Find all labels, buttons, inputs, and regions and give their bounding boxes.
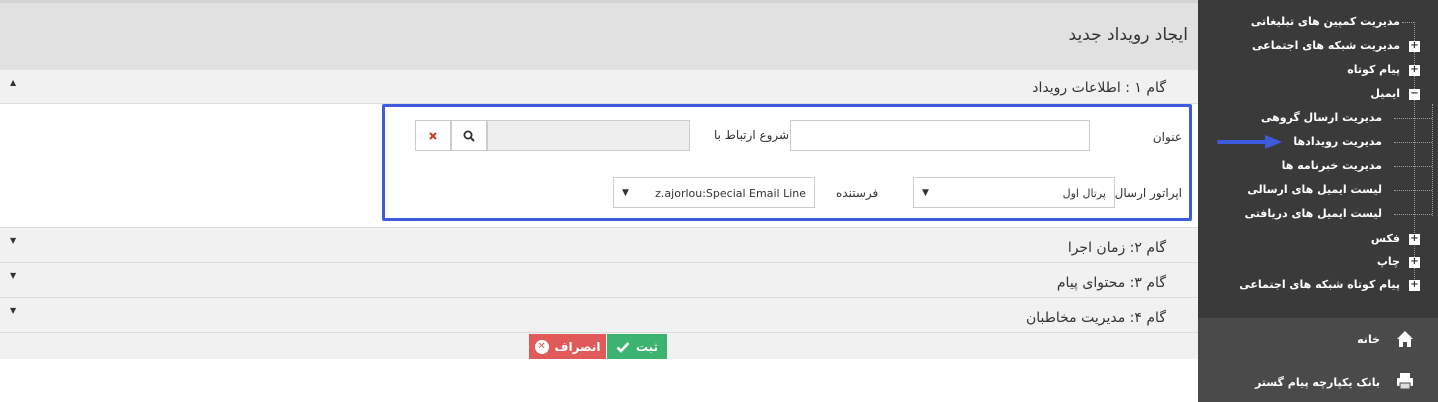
sidebar-item-sms[interactable]: پیام کوتاه xyxy=(1347,63,1400,76)
printer-icon xyxy=(1397,373,1413,390)
chevron-down-icon[interactable]: ▼ xyxy=(10,306,16,315)
sidebar-subitem-received-emails[interactable]: لیست ایمیل های دریافتی xyxy=(1245,207,1382,220)
step-4-header[interactable]: ▼ گام ۴: مدیریت مخاطبان xyxy=(0,298,1198,333)
sidebar: مدیریت کمپین های تبلیغاتی + مدیریت شبکه … xyxy=(1198,0,1438,402)
sidebar-bank[interactable]: بانک یکپارچه پیام گستر xyxy=(1198,360,1438,402)
page-header: ایجاد رویداد جدید xyxy=(0,0,1198,70)
save-button[interactable]: ثبت xyxy=(607,334,667,359)
tree-line xyxy=(1402,22,1414,23)
step-1-title: گام ۱ : اطلاعات رویداد xyxy=(1032,80,1166,96)
highlight-frame xyxy=(382,104,1192,221)
collapse-icon[interactable]: − xyxy=(1409,89,1420,100)
chevron-down-icon[interactable]: ▼ xyxy=(10,271,16,280)
step-4-title: گام ۴: مدیریت مخاطبان xyxy=(1025,310,1166,326)
tree-line xyxy=(1394,166,1432,167)
expand-icon[interactable]: + xyxy=(1409,41,1420,52)
arrow-right-icon xyxy=(1217,135,1282,149)
step-2-header[interactable]: ▼ گام ۲: زمان اجرا xyxy=(0,228,1198,263)
expand-icon[interactable]: + xyxy=(1409,65,1420,76)
sidebar-item-campaigns[interactable]: مدیریت کمپین های تبلیغاتی xyxy=(1251,15,1400,28)
step-3-header[interactable]: ▼ گام ۳: محتوای پیام xyxy=(0,263,1198,298)
step-2-title: گام ۲: زمان اجرا xyxy=(1067,240,1166,256)
expand-icon[interactable]: + xyxy=(1409,234,1420,245)
cancel-button[interactable]: انصراف ✕ xyxy=(529,334,606,359)
sidebar-item-print[interactable]: چاپ xyxy=(1377,255,1400,268)
sidebar-tree: مدیریت کمپین های تبلیغاتی + مدیریت شبکه … xyxy=(1198,0,1438,318)
tree-line xyxy=(1394,214,1432,215)
sidebar-item-email[interactable]: ایمیل xyxy=(1370,87,1400,100)
tree-line xyxy=(1414,22,1415,287)
sidebar-subitem-group-send[interactable]: مدیریت ارسال گروهی xyxy=(1261,111,1382,124)
sidebar-item-fax[interactable]: فکس xyxy=(1371,232,1400,245)
close-circle-icon: ✕ xyxy=(534,339,549,354)
sidebar-subitem-newsletters[interactable]: مدیریت خبرنامه ها xyxy=(1282,159,1382,172)
expand-icon[interactable]: + xyxy=(1409,257,1420,268)
tree-line xyxy=(1394,142,1432,143)
save-label: ثبت xyxy=(635,339,659,354)
bank-label: بانک یکپارچه پیام گستر xyxy=(1255,376,1380,389)
sidebar-home[interactable]: خانه xyxy=(1198,318,1438,360)
home-label: خانه xyxy=(1357,333,1380,346)
tree-line xyxy=(1394,118,1432,119)
expand-icon[interactable]: + xyxy=(1409,280,1420,291)
sidebar-item-social-networks[interactable]: مدیریت شبکه های اجتماعی xyxy=(1252,39,1400,52)
tree-line xyxy=(1394,190,1432,191)
sidebar-item-social-sms[interactable]: پیام کوتاه شبکه های اجتماعی xyxy=(1239,278,1400,291)
page-title: ایجاد رویداد جدید xyxy=(1068,25,1188,45)
home-icon xyxy=(1397,331,1413,347)
step-3-title: گام ۳: محتوای پیام xyxy=(1056,275,1166,291)
step-1-header[interactable]: ▲ گام ۱ : اطلاعات رویداد xyxy=(0,70,1198,104)
tree-line xyxy=(1432,104,1433,216)
main-content: ایجاد رویداد جدید ▲ گام ۱ : اطلاعات روید… xyxy=(0,0,1198,402)
chevron-down-icon[interactable]: ▼ xyxy=(10,236,16,245)
cancel-label: انصراف xyxy=(554,339,601,354)
sidebar-subitem-sent-emails[interactable]: لیست ایمیل های ارسالی xyxy=(1247,183,1382,196)
check-icon xyxy=(616,341,630,353)
sidebar-subitem-events[interactable]: مدیریت رویدادها xyxy=(1293,135,1382,148)
chevron-up-icon[interactable]: ▲ xyxy=(10,78,16,87)
